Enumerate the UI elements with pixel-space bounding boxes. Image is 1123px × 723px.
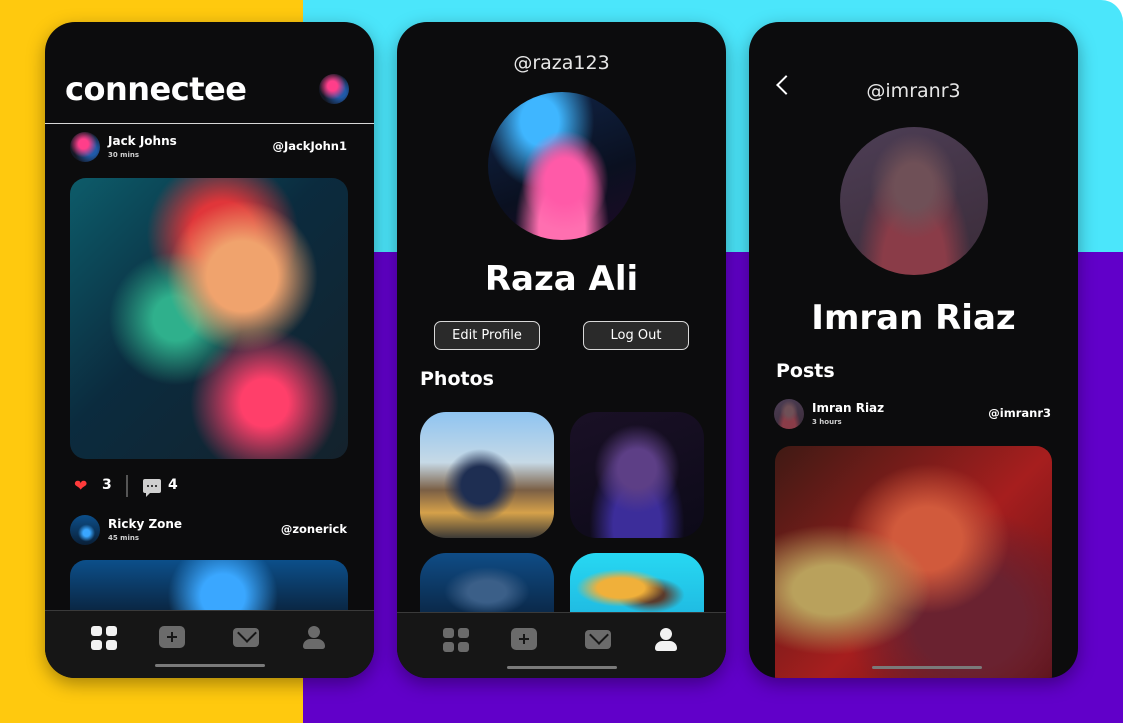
like-count: 3 (102, 477, 112, 493)
home-grid-icon[interactable] (443, 628, 469, 652)
photos-heading: Photos (420, 368, 494, 390)
post-time: 30 mins (108, 151, 140, 159)
home-indicator (507, 666, 617, 669)
app-title: connectee (65, 70, 247, 108)
comment-count: 4 (168, 477, 178, 493)
avatar[interactable] (70, 515, 100, 545)
current-user-avatar[interactable] (319, 74, 349, 104)
post-author-name[interactable]: Jack Johns (108, 134, 177, 148)
feed-screen: connectee Jack Johns 30 mins @JackJohn1 … (45, 22, 374, 678)
home-indicator (872, 666, 982, 669)
heart-icon[interactable]: ❤ (74, 478, 87, 494)
profile-avatar[interactable] (488, 92, 636, 240)
post-author-name[interactable]: Ricky Zone (108, 517, 182, 531)
add-post-icon[interactable] (159, 626, 185, 648)
home-indicator (155, 664, 265, 667)
post-author-handle[interactable]: @JackJohn1 (272, 139, 347, 153)
profile-icon[interactable] (301, 626, 327, 650)
avatar[interactable] (70, 132, 100, 162)
profile-name: Raza Ali (484, 259, 639, 299)
log-out-button[interactable]: Log Out (583, 321, 689, 350)
posts-heading: Posts (776, 360, 835, 382)
photo-thumbnail[interactable] (420, 412, 554, 538)
post-header: Imran Riaz 3 hours @imranr3 (774, 399, 1054, 429)
post-author-handle[interactable]: @zonerick (281, 522, 347, 536)
post-stats: ❤ 3 4 (74, 474, 194, 498)
user-handle: @imranr3 (866, 80, 961, 102)
home-grid-icon[interactable] (91, 626, 117, 650)
post-time: 45 mins (108, 534, 140, 542)
post-author-name[interactable]: Imran Riaz (812, 401, 884, 415)
photo-thumbnail[interactable] (570, 412, 704, 538)
bottom-nav (45, 610, 374, 678)
comment-icon[interactable] (143, 479, 161, 497)
user-avatar[interactable] (840, 127, 988, 275)
post-image[interactable] (775, 446, 1052, 678)
profile-handle: @raza123 (513, 52, 610, 74)
post-author-handle[interactable]: @imranr3 (988, 406, 1051, 420)
messages-icon[interactable] (233, 628, 259, 647)
post-header: Ricky Zone 45 mins @zonerick (70, 515, 350, 545)
header-divider (45, 123, 374, 124)
stats-divider (126, 475, 128, 497)
user-profile-screen: @imranr3 Imran Riaz Posts Imran Riaz 3 h… (749, 22, 1078, 678)
post-header: Jack Johns 30 mins @JackJohn1 (70, 132, 350, 162)
profile-icon[interactable] (653, 628, 679, 652)
add-post-icon[interactable] (511, 628, 537, 650)
user-name: Imran Riaz (811, 298, 1016, 338)
avatar[interactable] (774, 399, 804, 429)
profile-screen: @raza123 Raza Ali Edit Profile Log Out P… (397, 22, 726, 678)
messages-icon[interactable] (585, 630, 611, 649)
bottom-nav (397, 612, 726, 678)
post-time: 3 hours (812, 418, 842, 426)
edit-profile-button[interactable]: Edit Profile (434, 321, 540, 350)
post-image[interactable] (70, 178, 348, 459)
